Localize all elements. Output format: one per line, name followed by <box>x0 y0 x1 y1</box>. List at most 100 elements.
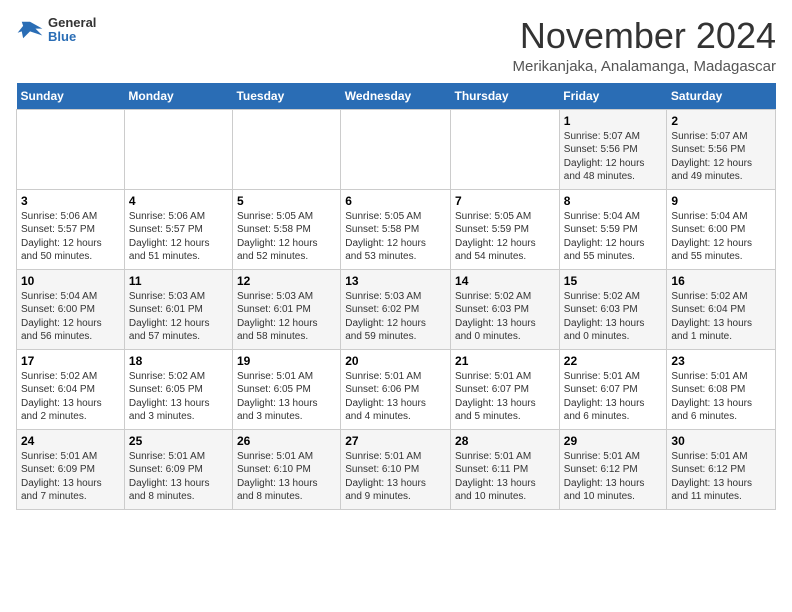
day-info: Sunrise: 5:06 AM Sunset: 5:57 PM Dayligh… <box>129 210 228 264</box>
week-row-2: 3 Sunrise: 5:06 AM Sunset: 5:57 PM Daylig… <box>17 189 776 269</box>
day-info: Sunrise: 5:03 AM Sunset: 6:02 PM Dayligh… <box>345 290 446 344</box>
weekday-header-wednesday: Wednesday <box>341 83 451 110</box>
calendar-cell: 11Sunrise: 5:03 AM Sunset: 6:01 PM Dayli… <box>124 269 232 349</box>
calendar-cell: 23 Sunrise: 5:01 AM Sunset: 6:08 PM Dayli… <box>667 349 776 429</box>
day-info: Sunrise: 5:01 AM Sunset: 6:12 PM Dayligh… <box>671 450 771 504</box>
logo: General Blue <box>16 16 96 45</box>
calendar-cell <box>124 109 232 189</box>
day-number: 21 <box>455 354 555 368</box>
month-title: November 2024 <box>513 16 776 56</box>
logo-general: General <box>48 16 96 30</box>
day-info: Sunrise: 5:01 AM Sunset: 6:05 PM Dayligh… <box>237 370 336 424</box>
calendar-cell: 22 Sunrise: 5:01 AM Sunset: 6:07 PM Dayli… <box>559 349 667 429</box>
day-info: Sunrise: 5:01 AM Sunset: 6:06 PM Dayligh… <box>345 370 446 424</box>
calendar-cell: 27Sunrise: 5:01 AM Sunset: 6:10 PM Dayli… <box>341 429 451 509</box>
title-section: November 2024 Merikanjaka, Analamanga, M… <box>513 16 776 75</box>
day-info: Sunrise: 5:07 AM Sunset: 5:56 PM Dayligh… <box>564 130 663 184</box>
day-number: 17 <box>21 354 120 368</box>
day-number: 12 <box>237 274 336 288</box>
day-info: Sunrise: 5:02 AM Sunset: 6:03 PM Dayligh… <box>455 290 555 344</box>
weekday-header-tuesday: Tuesday <box>232 83 340 110</box>
day-info: Sunrise: 5:01 AM Sunset: 6:09 PM Dayligh… <box>129 450 228 504</box>
day-number: 30 <box>671 434 771 448</box>
weekday-header-sunday: Sunday <box>17 83 125 110</box>
day-number: 25 <box>129 434 228 448</box>
day-info: Sunrise: 5:06 AM Sunset: 5:57 PM Dayligh… <box>21 210 120 264</box>
day-number: 8 <box>564 194 663 208</box>
calendar-cell <box>451 109 560 189</box>
calendar-cell: 15Sunrise: 5:02 AM Sunset: 6:03 PM Dayli… <box>559 269 667 349</box>
week-row-3: 10Sunrise: 5:04 AM Sunset: 6:00 PM Dayli… <box>17 269 776 349</box>
day-number: 19 <box>237 354 336 368</box>
calendar-cell: 1 Sunrise: 5:07 AM Sunset: 5:56 PM Daylig… <box>559 109 667 189</box>
day-number: 22 <box>564 354 663 368</box>
day-info: Sunrise: 5:05 AM Sunset: 5:58 PM Dayligh… <box>237 210 336 264</box>
day-info: Sunrise: 5:02 AM Sunset: 6:05 PM Dayligh… <box>129 370 228 424</box>
calendar-cell: 19 Sunrise: 5:01 AM Sunset: 6:05 PM Dayli… <box>232 349 340 429</box>
day-number: 16 <box>671 274 771 288</box>
calendar-cell <box>17 109 125 189</box>
calendar-cell: 4 Sunrise: 5:06 AM Sunset: 5:57 PM Daylig… <box>124 189 232 269</box>
day-info: Sunrise: 5:01 AM Sunset: 6:09 PM Dayligh… <box>21 450 120 504</box>
day-number: 18 <box>129 354 228 368</box>
day-info: Sunrise: 5:01 AM Sunset: 6:08 PM Dayligh… <box>671 370 771 424</box>
day-number: 1 <box>564 114 663 128</box>
page-header: General Blue November 2024 Merikanjaka, … <box>16 16 776 75</box>
day-number: 24 <box>21 434 120 448</box>
logo-blue: Blue <box>48 30 96 44</box>
calendar-cell: 3 Sunrise: 5:06 AM Sunset: 5:57 PM Daylig… <box>17 189 125 269</box>
day-number: 13 <box>345 274 446 288</box>
day-number: 26 <box>237 434 336 448</box>
weekday-header-monday: Monday <box>124 83 232 110</box>
location-title: Merikanjaka, Analamanga, Madagascar <box>513 58 776 75</box>
calendar-cell: 5 Sunrise: 5:05 AM Sunset: 5:58 PM Daylig… <box>232 189 340 269</box>
day-info: Sunrise: 5:01 AM Sunset: 6:07 PM Dayligh… <box>455 370 555 424</box>
week-row-1: 1 Sunrise: 5:07 AM Sunset: 5:56 PM Daylig… <box>17 109 776 189</box>
week-row-5: 24 Sunrise: 5:01 AM Sunset: 6:09 PM Dayli… <box>17 429 776 509</box>
calendar-cell <box>341 109 451 189</box>
day-number: 14 <box>455 274 555 288</box>
week-row-4: 17Sunrise: 5:02 AM Sunset: 6:04 PM Dayli… <box>17 349 776 429</box>
calendar-cell: 14 Sunrise: 5:02 AM Sunset: 6:03 PM Dayli… <box>451 269 560 349</box>
calendar-cell: 16 Sunrise: 5:02 AM Sunset: 6:04 PM Dayli… <box>667 269 776 349</box>
weekday-header-friday: Friday <box>559 83 667 110</box>
day-info: Sunrise: 5:04 AM Sunset: 5:59 PM Dayligh… <box>564 210 663 264</box>
calendar-cell: 26 Sunrise: 5:01 AM Sunset: 6:10 PM Dayli… <box>232 429 340 509</box>
day-info: Sunrise: 5:01 AM Sunset: 6:11 PM Dayligh… <box>455 450 555 504</box>
calendar-cell: 6Sunrise: 5:05 AM Sunset: 5:58 PM Daylig… <box>341 189 451 269</box>
day-info: Sunrise: 5:05 AM Sunset: 5:58 PM Dayligh… <box>345 210 446 264</box>
calendar-cell: 9 Sunrise: 5:04 AM Sunset: 6:00 PM Daylig… <box>667 189 776 269</box>
calendar-cell: 18 Sunrise: 5:02 AM Sunset: 6:05 PM Dayli… <box>124 349 232 429</box>
calendar-cell: 24 Sunrise: 5:01 AM Sunset: 6:09 PM Dayli… <box>17 429 125 509</box>
day-number: 23 <box>671 354 771 368</box>
day-info: Sunrise: 5:03 AM Sunset: 6:01 PM Dayligh… <box>129 290 228 344</box>
day-number: 9 <box>671 194 771 208</box>
day-number: 2 <box>671 114 771 128</box>
calendar-cell: 13 Sunrise: 5:03 AM Sunset: 6:02 PM Dayli… <box>341 269 451 349</box>
calendar-cell <box>232 109 340 189</box>
calendar-cell: 29Sunrise: 5:01 AM Sunset: 6:12 PM Dayli… <box>559 429 667 509</box>
day-number: 7 <box>455 194 555 208</box>
day-number: 4 <box>129 194 228 208</box>
calendar-cell: 17Sunrise: 5:02 AM Sunset: 6:04 PM Dayli… <box>17 349 125 429</box>
calendar-cell: 2Sunrise: 5:07 AM Sunset: 5:56 PM Daylig… <box>667 109 776 189</box>
day-number: 20 <box>345 354 446 368</box>
calendar-cell: 7Sunrise: 5:05 AM Sunset: 5:59 PM Daylig… <box>451 189 560 269</box>
day-number: 3 <box>21 194 120 208</box>
weekday-header-saturday: Saturday <box>667 83 776 110</box>
weekday-header-thursday: Thursday <box>451 83 560 110</box>
calendar-cell: 30 Sunrise: 5:01 AM Sunset: 6:12 PM Dayli… <box>667 429 776 509</box>
day-info: Sunrise: 5:04 AM Sunset: 6:00 PM Dayligh… <box>21 290 120 344</box>
day-info: Sunrise: 5:01 AM Sunset: 6:07 PM Dayligh… <box>564 370 663 424</box>
weekday-header-row: SundayMondayTuesdayWednesdayThursdayFrid… <box>17 83 776 110</box>
calendar-cell: 28 Sunrise: 5:01 AM Sunset: 6:11 PM Dayli… <box>451 429 560 509</box>
day-info: Sunrise: 5:01 AM Sunset: 6:12 PM Dayligh… <box>564 450 663 504</box>
day-info: Sunrise: 5:04 AM Sunset: 6:00 PM Dayligh… <box>671 210 771 264</box>
calendar-cell: 21 Sunrise: 5:01 AM Sunset: 6:07 PM Dayli… <box>451 349 560 429</box>
day-info: Sunrise: 5:02 AM Sunset: 6:04 PM Dayligh… <box>671 290 771 344</box>
day-number: 28 <box>455 434 555 448</box>
day-info: Sunrise: 5:01 AM Sunset: 6:10 PM Dayligh… <box>237 450 336 504</box>
day-info: Sunrise: 5:02 AM Sunset: 6:03 PM Dayligh… <box>564 290 663 344</box>
day-number: 5 <box>237 194 336 208</box>
logo-bird-icon <box>16 19 44 41</box>
